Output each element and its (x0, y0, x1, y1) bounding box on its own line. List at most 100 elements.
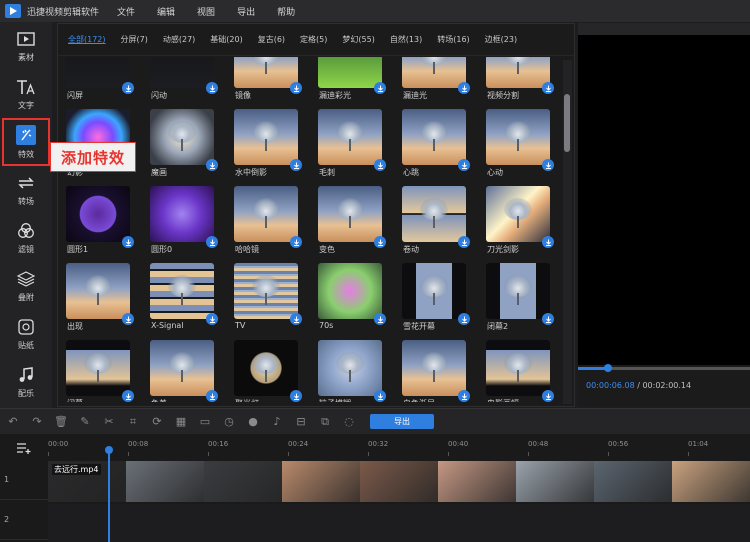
download-icon[interactable] (542, 390, 554, 402)
download-icon[interactable] (290, 236, 302, 248)
effect-thumbnail[interactable] (66, 263, 130, 319)
download-icon[interactable] (206, 313, 218, 325)
crop-icon[interactable]: ⌗ (126, 415, 140, 429)
effect-tile[interactable]: 色差 (150, 340, 230, 402)
video-track[interactable]: 去远行.mp4 (48, 461, 750, 502)
sidebar-item-overlay[interactable]: 叠附 (0, 262, 52, 310)
download-icon[interactable] (290, 82, 302, 94)
effect-thumbnail[interactable] (402, 109, 466, 165)
download-icon[interactable] (458, 159, 470, 171)
playhead-handle[interactable] (105, 446, 113, 454)
effect-thumbnail[interactable] (150, 340, 214, 396)
download-icon[interactable] (458, 390, 470, 402)
effect-tile[interactable]: 心动 (486, 109, 561, 184)
download-icon[interactable] (290, 159, 302, 171)
effect-thumbnail[interactable] (150, 109, 214, 165)
effect-thumbnail[interactable] (318, 186, 382, 242)
filter-tab[interactable]: 分屏(7) (121, 34, 148, 45)
effect-thumbnail[interactable] (486, 109, 550, 165)
sidebar-item-effects[interactable]: 特效 (2, 118, 50, 166)
effect-tile[interactable]: 漏迪彩光 (318, 57, 398, 107)
effect-thumbnail[interactable] (318, 109, 382, 165)
download-icon[interactable] (374, 313, 386, 325)
effect-tile[interactable]: 闪屏 (66, 57, 146, 107)
effect-thumbnail[interactable] (66, 186, 130, 242)
effect-thumbnail[interactable] (150, 263, 214, 319)
filter-tab[interactable]: 边框(23) (485, 34, 517, 45)
redo-icon[interactable]: ↷ (30, 415, 44, 429)
effect-thumbnail[interactable] (318, 57, 382, 88)
edit-icon[interactable]: ✎ (78, 415, 92, 429)
effect-thumbnail[interactable] (234, 109, 298, 165)
cut-icon[interactable]: ✂ (102, 415, 116, 429)
effect-tile[interactable]: 聚光灯 (234, 340, 314, 402)
sidebar-item-filter[interactable]: 滤镜 (0, 214, 52, 262)
menu-view[interactable]: 视图 (197, 5, 215, 18)
preview-seek-bar[interactable] (578, 364, 750, 372)
download-icon[interactable] (290, 313, 302, 325)
effect-thumbnail[interactable] (486, 340, 550, 396)
filter-tab[interactable]: 动感(27) (163, 34, 195, 45)
copy-icon[interactable]: ⧉ (318, 415, 332, 429)
download-icon[interactable] (374, 390, 386, 402)
effect-tile[interactable]: 闭幕2 (486, 263, 561, 338)
filter-tab[interactable]: 梦幻(55) (342, 34, 374, 45)
download-icon[interactable] (374, 236, 386, 248)
effect-thumbnail[interactable] (486, 263, 550, 319)
sidebar-item-media[interactable]: 素材 (0, 22, 52, 70)
effect-thumbnail[interactable] (234, 263, 298, 319)
effect-tile[interactable]: X-Signal (150, 263, 230, 338)
effect-tile[interactable]: 闪动 (150, 57, 230, 107)
effect-tile[interactable]: 出现 (66, 263, 146, 338)
effect-thumbnail[interactable] (66, 340, 130, 396)
menu-export[interactable]: 导出 (237, 5, 255, 18)
effect-tile[interactable]: 心跳 (402, 109, 482, 184)
sidebar-item-music[interactable]: 配乐 (0, 358, 52, 406)
mask-icon[interactable]: ◌ (342, 415, 356, 429)
effect-thumbnail[interactable] (234, 186, 298, 242)
undo-icon[interactable]: ↶ (6, 415, 20, 429)
download-icon[interactable] (374, 82, 386, 94)
download-icon[interactable] (206, 82, 218, 94)
effect-tile[interactable]: 圆形0 (150, 186, 230, 261)
download-icon[interactable] (542, 82, 554, 94)
effect-tile[interactable]: 刀光剑影 (486, 186, 561, 261)
effect-tile[interactable]: 水中倒影 (234, 109, 314, 184)
download-icon[interactable] (458, 82, 470, 94)
export-button[interactable]: 导出 (370, 414, 434, 429)
effect-tile[interactable]: 雪花开幕 (402, 263, 482, 338)
download-icon[interactable] (122, 82, 134, 94)
download-icon[interactable] (374, 159, 386, 171)
effect-thumbnail[interactable] (318, 263, 382, 319)
effect-tile[interactable]: 电影画幅 (486, 340, 561, 402)
effect-tile[interactable]: 视频分割 (486, 57, 561, 107)
sidebar-item-transition[interactable]: 转场 (0, 166, 52, 214)
mosaic-icon[interactable]: ▦ (174, 415, 188, 429)
download-icon[interactable] (290, 390, 302, 402)
effect-tile[interactable]: 魔画 (150, 109, 230, 184)
menu-help[interactable]: 帮助 (277, 5, 295, 18)
effect-thumbnail[interactable] (402, 340, 466, 396)
effect-tile[interactable]: 圆形1 (66, 186, 146, 261)
download-icon[interactable] (542, 236, 554, 248)
effect-tile[interactable]: 粒子模糊 (318, 340, 398, 402)
download-icon[interactable] (458, 313, 470, 325)
download-icon[interactable] (206, 390, 218, 402)
download-icon[interactable] (122, 390, 134, 402)
record-icon[interactable]: ● (246, 415, 260, 429)
effect-tile[interactable]: 镜像 (234, 57, 314, 107)
effect-tile[interactable]: 卷动 (402, 186, 482, 261)
filter-tab[interactable]: 基础(20) (210, 34, 242, 45)
download-icon[interactable] (206, 159, 218, 171)
freeze-icon[interactable]: ▭ (198, 415, 212, 429)
effect-thumbnail[interactable] (234, 340, 298, 396)
filter-tab[interactable]: 自然(13) (390, 34, 422, 45)
sidebar-item-text[interactable]: 文字 (0, 70, 52, 118)
download-icon[interactable] (122, 313, 134, 325)
download-icon[interactable] (122, 236, 134, 248)
download-icon[interactable] (458, 236, 470, 248)
filter-tab[interactable]: 转场(16) (437, 34, 469, 45)
download-icon[interactable] (542, 159, 554, 171)
voice-icon[interactable]: ♪ (270, 415, 284, 429)
menu-edit[interactable]: 编辑 (157, 5, 175, 18)
